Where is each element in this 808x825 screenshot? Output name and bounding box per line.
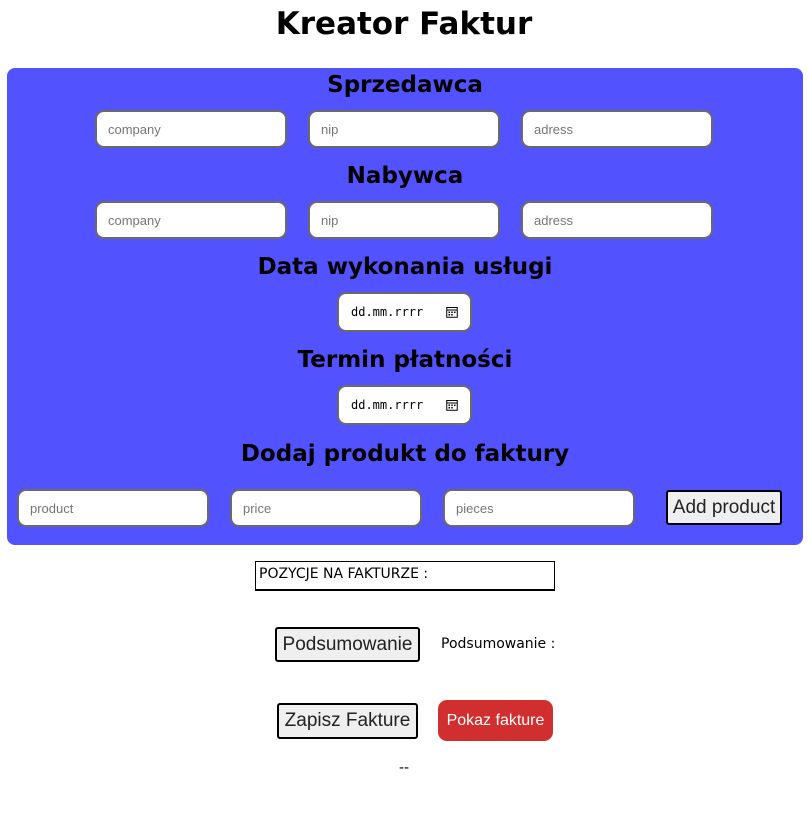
service-date-heading: Data wykonania usługi [257,254,553,280]
calendar-icon[interactable] [446,399,458,411]
price-input[interactable] [230,489,422,527]
summary-button[interactable]: Podsumowanie [275,627,420,662]
product-input[interactable] [17,489,209,527]
add-product-button[interactable]: Add product [666,490,782,525]
payment-term-value: dd.mm.rrrr [351,398,424,412]
seller-address-input[interactable] [521,110,713,148]
seller-nip-input[interactable] [308,110,500,148]
buyer-heading: Nabywca [346,163,464,189]
invoice-creator-page: Kreator Faktur Sprzedawca Nabywca Data w… [0,0,808,825]
summary-text: Podsumowanie : [441,636,556,652]
footer-text: -- [398,760,410,776]
show-invoice-button[interactable]: Pokaz fakture [438,700,553,741]
service-date-value: dd.mm.rrrr [351,305,424,319]
invoice-form-panel: Sprzedawca Nabywca Data wykonania usługi… [7,68,803,545]
calendar-icon[interactable] [446,306,458,318]
seller-heading: Sprzedawca [327,72,483,98]
buyer-company-input[interactable] [95,201,287,239]
pieces-input[interactable] [443,489,635,527]
seller-company-input[interactable] [95,110,287,148]
page-title: Kreator Faktur [275,6,533,42]
invoice-positions-label: POZYCJE NA FAKTURZE : [259,566,429,582]
buyer-nip-input[interactable] [308,201,500,239]
save-invoice-button[interactable]: Zapisz Fakture [277,703,418,739]
payment-term-heading: Termin płatności [297,347,513,373]
payment-term-input[interactable]: dd.mm.rrrr [337,385,472,425]
service-date-input[interactable]: dd.mm.rrrr [337,292,472,332]
invoice-positions-box: POZYCJE NA FAKTURZE : [255,561,555,591]
add-product-heading: Dodaj produkt do faktury [240,441,570,467]
buyer-address-input[interactable] [521,201,713,239]
